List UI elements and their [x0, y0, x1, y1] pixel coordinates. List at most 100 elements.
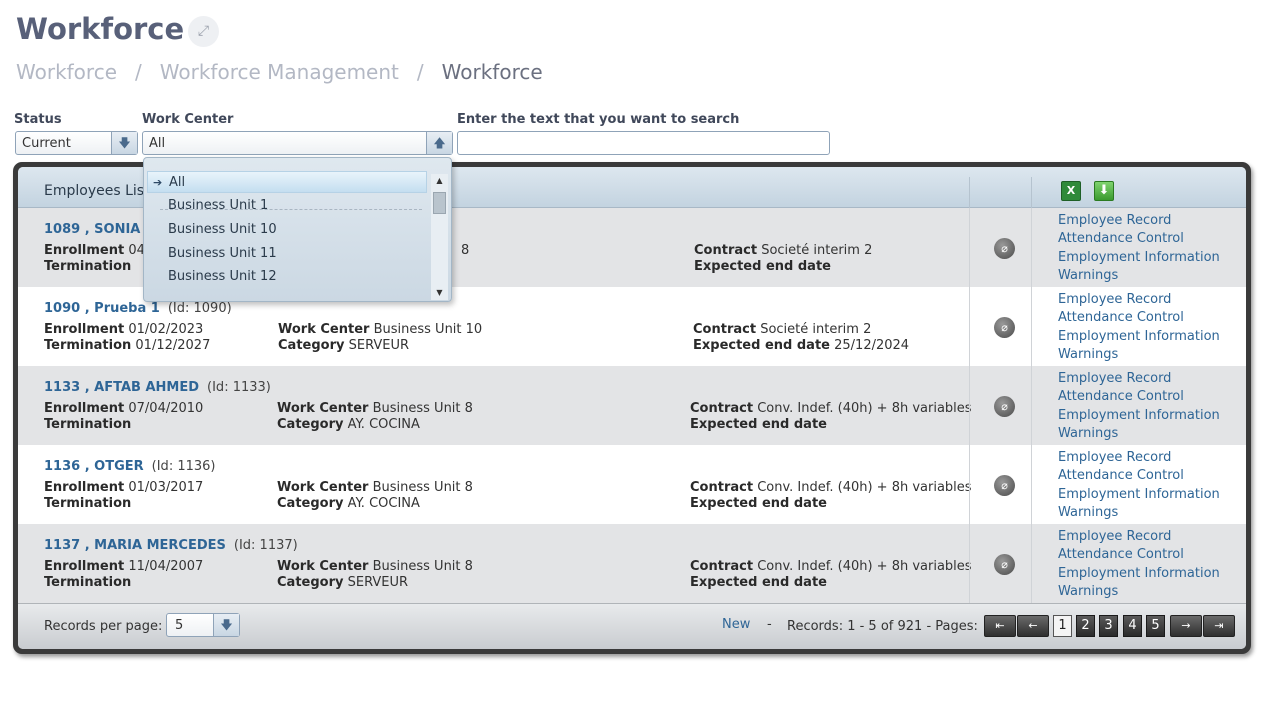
employee-name-link[interactable]: 1090 , Prueba 1 (Id: 1090)	[44, 301, 232, 316]
attendance-control-link[interactable]: Attendance Control	[1058, 388, 1220, 406]
work-center-dropdown: ➔ All Business Unit 1 Business Unit 10 Bu…	[143, 157, 452, 302]
dropdown-option[interactable]: Business Unit 1	[147, 195, 427, 217]
records-summary: Records: 1 - 5 of 921 - Pages:	[787, 619, 978, 634]
column-divider	[969, 445, 970, 524]
warnings-link[interactable]: Warnings	[1058, 425, 1220, 443]
employee-record-link[interactable]: Employee Record	[1058, 370, 1220, 388]
scroll-up-icon[interactable]: ▲	[431, 174, 448, 188]
warnings-link[interactable]: Warnings	[1058, 346, 1220, 364]
dropdown-option[interactable]: Business Unit 11	[147, 243, 427, 265]
page-3-button[interactable]: 3	[1099, 615, 1118, 637]
warnings-link[interactable]: Warnings	[1058, 267, 1220, 285]
enrollment-info: Enrollment 07/04/2010 Termination	[44, 401, 204, 432]
employment-information-link[interactable]: Employment Information	[1058, 249, 1220, 267]
chevron-down-icon[interactable]: 🡇	[213, 614, 239, 636]
employee-name-link[interactable]: 1136 , OTGER (Id: 1136)	[44, 459, 215, 474]
page-1-button[interactable]: 1	[1053, 615, 1072, 637]
enrollment-info: Enrollment 04 Termination	[44, 243, 145, 274]
first-page-icon[interactable]: ⇤	[984, 615, 1016, 637]
contract-info: Contract Conv. Indef. (40h) + 8h variabl…	[690, 401, 972, 432]
attachment-icon[interactable]: ⌀	[994, 317, 1015, 338]
employee-name-link[interactable]: 1133 , AFTAB AHMED (Id: 1133)	[44, 380, 271, 395]
warnings-link[interactable]: Warnings	[1058, 504, 1220, 522]
attachment-icon[interactable]: ⌀	[994, 554, 1015, 575]
work-center-info: Work Center Business Unit 8 Category AY. …	[277, 401, 473, 432]
employee-record-link[interactable]: Employee Record	[1058, 449, 1220, 467]
scroll-thumb[interactable]	[433, 192, 446, 214]
contract-info: Contract Conv. Indef. (40h) + 8h variabl…	[690, 480, 972, 511]
page-title: Workforce	[16, 12, 185, 46]
work-center-select[interactable]: All 🡅	[142, 131, 453, 155]
records-per-page-select[interactable]: 5 🡇	[166, 613, 240, 637]
dropdown-option[interactable]: Business Unit 12	[147, 266, 427, 288]
page-4-button[interactable]: 4	[1123, 615, 1142, 637]
next-page-icon[interactable]: →	[1170, 615, 1202, 637]
chevron-up-icon[interactable]: 🡅	[426, 132, 452, 154]
dropdown-scrollbar[interactable]: ▲ ▼	[431, 174, 448, 300]
status-label: Status	[14, 112, 62, 127]
row-actions: Employee Record Attendance Control Emplo…	[1058, 370, 1220, 444]
download-icon[interactable]: ⬇	[1094, 181, 1114, 201]
breadcrumb-item-workforce[interactable]: Workforce	[16, 60, 117, 84]
search-label: Enter the text that you want to search	[457, 112, 740, 127]
row-actions: Employee Record Attendance Control Emplo…	[1058, 528, 1220, 602]
column-divider	[969, 524, 970, 603]
excel-icon[interactable]: X	[1061, 181, 1081, 201]
enrollment-info: Enrollment 01/03/2017 Termination	[44, 480, 204, 511]
column-divider	[1031, 445, 1032, 524]
attendance-control-link[interactable]: Attendance Control	[1058, 230, 1220, 248]
column-divider	[1031, 524, 1032, 603]
column-divider	[1031, 208, 1032, 287]
employment-information-link[interactable]: Employment Information	[1058, 407, 1220, 425]
row-actions: Employee Record Attendance Control Emplo…	[1058, 449, 1220, 523]
employee-record-link[interactable]: Employee Record	[1058, 528, 1220, 546]
chevron-down-icon[interactable]: 🡇	[111, 132, 137, 154]
employee-name-link[interactable]: 1137 , MARIA MERCEDES (Id: 1137)	[44, 538, 298, 553]
attachment-icon[interactable]: ⌀	[994, 238, 1015, 259]
separator-dash: -	[767, 617, 772, 632]
employment-information-link[interactable]: Employment Information	[1058, 565, 1220, 583]
page-5-button[interactable]: 5	[1146, 615, 1165, 637]
attachment-icon[interactable]: ⌀	[994, 475, 1015, 496]
employment-information-link[interactable]: Employment Information	[1058, 486, 1220, 504]
attendance-control-link[interactable]: Attendance Control	[1058, 467, 1220, 485]
breadcrumb: Workforce / Workforce Management / Workforce	[16, 60, 543, 84]
records-per-page-value: 5	[175, 618, 184, 633]
breadcrumb-separator: /	[416, 60, 424, 84]
previous-page-icon[interactable]: ←	[1017, 615, 1049, 637]
dropdown-option-all[interactable]: ➔ All	[147, 171, 427, 193]
work-center-info: Work Center Business Unit 10 Category SER…	[278, 322, 483, 353]
attendance-control-link[interactable]: Attendance Control	[1058, 309, 1220, 327]
contract-info: Contract Societé interim 2 Expected end d…	[693, 322, 910, 353]
last-page-icon[interactable]: ⇥	[1203, 615, 1235, 637]
search-input[interactable]	[457, 131, 830, 155]
employee-record-link[interactable]: Employee Record	[1058, 212, 1220, 230]
attendance-control-link[interactable]: Attendance Control	[1058, 546, 1220, 564]
scroll-down-icon[interactable]: ▼	[431, 286, 448, 300]
employee-name-link[interactable]: 1089 , SONIA	[44, 222, 148, 237]
row-actions: Employee Record Attendance Control Emplo…	[1058, 291, 1220, 365]
column-divider	[969, 208, 970, 287]
employment-information-link[interactable]: Employment Information	[1058, 328, 1220, 346]
work-center-select-value: All	[149, 136, 166, 151]
status-select[interactable]: Current 🡇	[15, 131, 138, 155]
breadcrumb-item-workforce-management[interactable]: Workforce Management	[160, 60, 399, 84]
column-divider	[1031, 287, 1032, 366]
attachment-icon[interactable]: ⌀	[994, 396, 1015, 417]
table-row: 1137 , MARIA MERCEDES (Id: 1137) Enrollme…	[18, 524, 1246, 603]
table-row: 1136 , OTGER (Id: 1136) Enrollment 01/03/…	[18, 445, 1246, 524]
status-select-value: Current	[22, 136, 71, 151]
employee-record-link[interactable]: Employee Record	[1058, 291, 1220, 309]
page-2-button[interactable]: 2	[1076, 615, 1095, 637]
expand-icon[interactable]: ⤢	[188, 16, 219, 47]
contract-info: Contract Societé interim 2 Expected end d…	[694, 243, 873, 274]
column-divider	[969, 366, 970, 445]
records-per-page-label: Records per page:	[44, 619, 163, 634]
warnings-link[interactable]: Warnings	[1058, 583, 1220, 601]
dropdown-option[interactable]: Business Unit 10	[147, 219, 427, 241]
column-divider	[969, 287, 970, 366]
new-link[interactable]: New	[722, 617, 750, 632]
arrow-right-icon: ➔	[153, 176, 163, 189]
work-center-info: Work Center Business Unit 8 Category AY. …	[277, 480, 473, 511]
column-divider	[969, 177, 970, 208]
